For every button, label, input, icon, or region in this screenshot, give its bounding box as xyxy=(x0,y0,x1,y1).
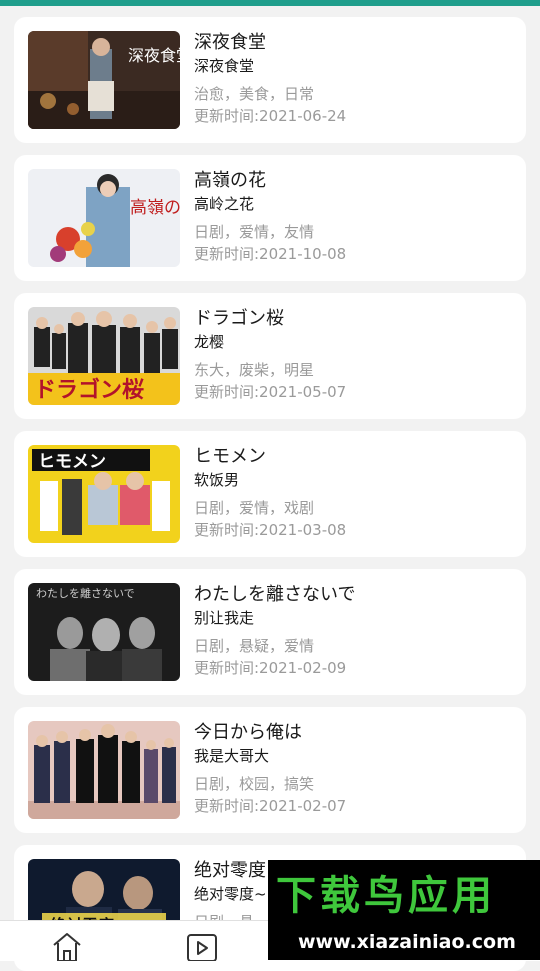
show-update-time: 更新时间:2021-03-08 xyxy=(194,521,347,539)
watermark-brand-text: 下载鸟应用 xyxy=(276,873,496,919)
poster-image: ヒモメン xyxy=(28,445,180,543)
list-item[interactable]: ドラゴン桜 ドラゴン桜 龙樱 东大，废柴，明星 更新时间:2021-05-07 xyxy=(14,293,526,419)
show-tags: 治愈，美食，日常 xyxy=(194,85,315,103)
poster-title-text: 深夜食堂 xyxy=(128,46,180,65)
list-item[interactable]: 深夜食堂 深夜食堂 深夜食堂 治愈，美食，日常 更新时间:2021-06-24 xyxy=(14,17,526,143)
show-tags: 日剧，爱情，戏剧 xyxy=(194,499,315,517)
show-update-time: 更新时间:2021-06-24 xyxy=(194,107,347,125)
show-update-time: 更新时间:2021-02-09 xyxy=(194,659,347,677)
list-item[interactable]: わたしを離さないで わたしを離さないで 别让我走 日剧，悬疑，爱情 更新时间:2… xyxy=(14,569,526,695)
list-item[interactable]: 高嶺の花 高嶺の花 高岭之花 日剧，爱情，友情 更新时间:2021-10-08 xyxy=(14,155,526,281)
show-tags: 东大，废柴，明星 xyxy=(194,361,315,379)
poster-title-text: わたしを離さないで xyxy=(36,586,135,600)
list-item[interactable]: ヒモメン ヒモメン 软饭男 日剧，爱情，戏剧 更新时间:2021-03-08 xyxy=(14,431,526,557)
play-icon[interactable] xyxy=(185,931,219,962)
show-update-time: 更新时间:2021-05-07 xyxy=(194,383,347,401)
poster-image: 高嶺の花 xyxy=(28,169,180,267)
show-title[interactable]: 高嶺の花 xyxy=(194,169,514,193)
show-subtitle: 龙樱 xyxy=(194,333,225,351)
show-title[interactable]: 深夜食堂 xyxy=(194,31,514,55)
poster-image: 深夜食堂 xyxy=(28,31,180,129)
poster-title-text: ドラゴン桜 xyxy=(34,377,144,403)
show-update-time: 更新时间:2021-02-07 xyxy=(194,797,347,815)
show-title[interactable]: ヒモメン xyxy=(194,445,514,469)
home-icon[interactable] xyxy=(50,931,84,962)
poster-image xyxy=(28,721,180,819)
show-tags: 日剧，校园，搞笑 xyxy=(194,775,315,793)
show-title[interactable]: 今日から俺は xyxy=(194,721,514,745)
watermark-url-text: www.xiazainiao.com xyxy=(298,931,516,953)
show-subtitle: 我是大哥大 xyxy=(194,747,270,765)
watermark-overlay: 下载鸟应用 www.xiazainiao.com xyxy=(268,860,540,960)
poster-title-text: 高嶺の花 xyxy=(130,198,180,218)
show-subtitle: 别让我走 xyxy=(194,609,255,627)
show-subtitle: 高岭之花 xyxy=(194,195,255,213)
poster-image: わたしを離さないで xyxy=(28,583,180,681)
show-subtitle: 深夜食堂 xyxy=(194,57,255,75)
show-tags: 日剧，悬疑，爱情 xyxy=(194,637,315,655)
list-item[interactable]: 今日から俺は 我是大哥大 日剧，校园，搞笑 更新时间:2021-02-07 xyxy=(14,707,526,833)
poster-image: ドラゴン桜 xyxy=(28,307,180,405)
show-title[interactable]: わたしを離さないで xyxy=(194,583,514,607)
show-title[interactable]: ドラゴン桜 xyxy=(194,307,514,331)
show-update-time: 更新时间:2021-10-08 xyxy=(194,245,347,263)
poster-title-text: ヒモメン xyxy=(38,452,106,472)
show-subtitle: 软饭男 xyxy=(194,471,240,489)
show-tags: 日剧，爱情，友情 xyxy=(194,223,315,241)
top-accent-bar xyxy=(0,0,540,6)
